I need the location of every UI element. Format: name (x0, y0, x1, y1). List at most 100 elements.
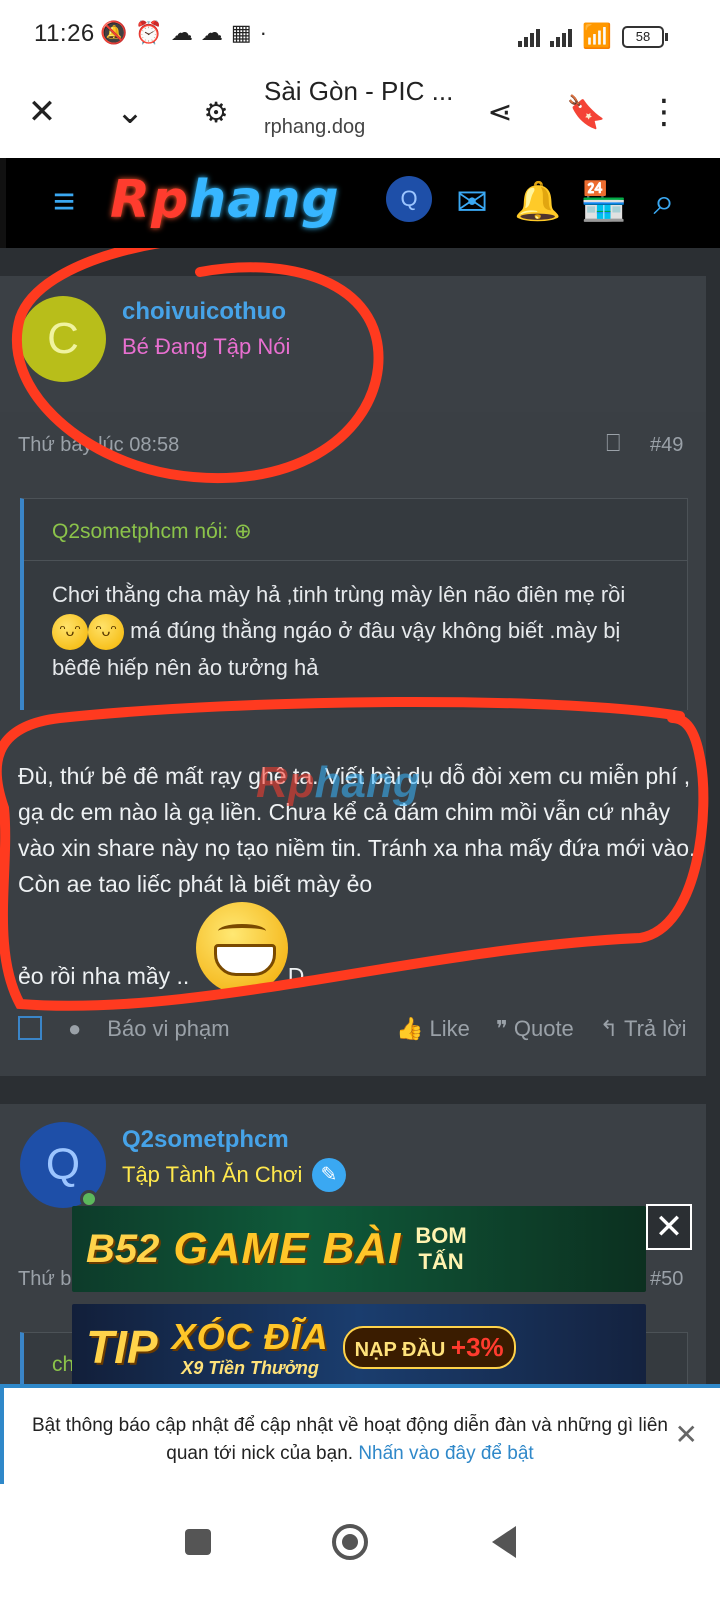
bell-icon[interactable]: 🔔 (512, 176, 564, 228)
notification-prompt[interactable]: Bật thông báo cập nhật để cập nhật về ho… (0, 1384, 720, 1484)
close-icon[interactable]: ✕ (675, 1418, 698, 1451)
post-actions: 👍 Like ❞ Quote ↰ Trả lời (396, 1016, 686, 1042)
grin-emoji-icon (195, 902, 288, 994)
status-icons: 🔕 ⏰ ☁ ☁ ▦ · (100, 20, 267, 46)
ad-side-text: BOM TẤN (415, 1223, 466, 1275)
back-button[interactable] (482, 1520, 526, 1564)
app-icon: ▦ (230, 20, 252, 45)
ad-side-line: BOM (415, 1223, 467, 1248)
cloud-icon: ☁ (200, 20, 223, 45)
page-title[interactable]: Sài Gòn - PIC ... (264, 76, 453, 107)
watermark-text: hang (314, 758, 420, 807)
ad-close-button[interactable]: ✕ (646, 1204, 692, 1250)
ad-pill: NẠP ĐẦU +3% (342, 1325, 516, 1369)
post-date[interactable]: Thứ b (18, 1268, 71, 1291)
post-number[interactable]: #49 (650, 434, 683, 457)
post-date[interactable]: Thứ bảy lúc 08:58 (18, 434, 179, 457)
post-username[interactable]: Q2sometphcm (122, 1126, 289, 1154)
reply-label: Trả lời (623, 1016, 687, 1041)
cloud-icon: ☁ (170, 20, 193, 45)
like-button[interactable]: 👍 Like (396, 1016, 470, 1042)
checkbox-icon[interactable] (18, 1016, 42, 1040)
back-icon (492, 1526, 516, 1558)
user-rank: Bé Đang Tập Nói (122, 334, 291, 359)
ad-brand: TIP (86, 1321, 158, 1373)
user-avatar[interactable]: Q (386, 176, 432, 222)
post-body-text: D (287, 963, 305, 989)
quote-block: Q2sometphcm nói: ⊕ Chơi thằng cha mày hả… (20, 498, 688, 710)
quote-body: Chơi thằng cha mày hả ,tinh trùng mày lê… (24, 561, 687, 686)
search-icon[interactable]: ⌕ (638, 176, 690, 228)
ad-subline: X9 Tiền Thưởng (181, 1357, 319, 1378)
ad-headline: XÓC ĐĨA (171, 1315, 329, 1357)
ad-pill-bonus: +3% (450, 1331, 504, 1362)
home-icon (332, 1524, 368, 1560)
more-menu-icon[interactable]: ⋮ (638, 86, 690, 138)
notice-text: Bật thông báo cập nhật để cập nhật về ho… (30, 1412, 670, 1468)
ad-center: XÓC ĐĨA X9 Tiền Thưởng (172, 1316, 329, 1379)
quote-icon: ❞ (495, 1016, 508, 1041)
menu-icon[interactable]: ≡ (38, 176, 90, 228)
recents-icon (185, 1529, 211, 1555)
post-report[interactable]: ● Báo vi phạm (18, 1016, 230, 1042)
share-icon[interactable]: ⋖ (474, 86, 526, 138)
quote-author-text: Q2sometphcm nói: (52, 520, 229, 543)
post-number[interactable]: #50 (650, 1268, 683, 1291)
reply-button[interactable]: ↰ Trả lời (600, 1016, 687, 1042)
laughing-emoji-icon: ᵔᴗᵔ (88, 614, 124, 651)
home-button[interactable] (328, 1520, 372, 1564)
bookmark-icon[interactable]: 🔖 (560, 86, 612, 138)
quote-line: Chơi thằng cha mày hả ,tinh trùng mày lê… (52, 582, 626, 607)
mute-icon: 🔕 (100, 20, 128, 45)
status-bar: 11:26 🔕 ⏰ ☁ ☁ ▦ · 📶 58 (0, 0, 720, 70)
battery-level: 58 (635, 28, 651, 44)
dot-icon: · (259, 20, 267, 45)
close-icon[interactable]: ✕ (16, 86, 68, 138)
recents-button[interactable] (176, 1520, 220, 1564)
avatar[interactable]: C (20, 296, 106, 382)
site-header: ≡ Rphang Q ✉ 🔔 🏪 ⌕ (0, 158, 720, 248)
status-time: 11:26 (34, 20, 95, 47)
site-watermark: Rphang (256, 758, 420, 808)
post-49: C choivuicothuo Bé Đang Tập Nói Thứ bảy … (0, 276, 706, 1076)
post-body-text: ẻo rồi nha mầy .. (18, 963, 190, 989)
mail-icon[interactable]: ✉ (446, 176, 498, 228)
user-rank: Tập Tành Ăn Chơi (122, 1162, 303, 1187)
reply-icon: ↰ (599, 1016, 619, 1041)
ad-side-line: TẤN (418, 1249, 464, 1274)
wifi-icon: 📶 (582, 23, 612, 50)
site-settings-icon[interactable]: ⚙ (190, 86, 242, 138)
battery-icon: 58 (622, 25, 668, 48)
thread-content: C choivuicothuo Bé Đang Tập Nói Thứ bảy … (0, 248, 720, 1384)
bookmark-icon[interactable]: ⎕ (606, 430, 620, 458)
quote-author[interactable]: Q2sometphcm nói: ⊕ (24, 499, 687, 561)
watermark-text: Rp (256, 758, 315, 807)
ad-banner-b52[interactable]: B52 GAME BÀI BOM TẤN (72, 1206, 646, 1292)
thumbs-up-icon: 👍 (396, 1016, 424, 1041)
quote-button[interactable]: ❞ Quote (496, 1016, 574, 1042)
like-label: Like (429, 1016, 470, 1041)
site-logo[interactable]: Rphang (110, 170, 340, 230)
ad-brand: B52 (86, 1226, 160, 1271)
arrow-up-circle-icon[interactable]: ⊕ (234, 520, 252, 543)
quote-line: má đúng thằng ngáo ở đâu vậy không biết … (52, 618, 621, 681)
enable-notifications-link[interactable]: Nhấn vào đây để bật (358, 1443, 533, 1464)
browser-toolbar: ✕ ⌄ ⚙ Sài Gòn - PIC ... rphang.dog ⋖ 🔖 ⋮ (0, 70, 720, 158)
warning-icon: ● (68, 1016, 82, 1041)
quote-label: Quote (513, 1016, 574, 1041)
verified-badge-icon: ✎ (312, 1158, 346, 1192)
post-user-block: C choivuicothuo Bé Đang Tập Nói (0, 276, 706, 412)
post-username[interactable]: choivuicothuo (122, 298, 286, 326)
system-nav-bar (0, 1484, 720, 1600)
status-right: 📶 58 (518, 22, 668, 51)
signal-icon (550, 27, 573, 47)
store-icon[interactable]: 🏪 (578, 176, 630, 228)
ad-headline: GAME BÀI (173, 1224, 402, 1273)
report-label[interactable]: Báo vi phạm (107, 1016, 229, 1042)
ad-banner-tip[interactable]: TIP XÓC ĐĨA X9 Tiền Thưởng NẠP ĐẦU +3% (72, 1304, 646, 1384)
logo-text-blue: hang (189, 170, 340, 230)
signal-icon (518, 27, 541, 47)
chevron-down-icon[interactable]: ⌄ (104, 86, 156, 138)
laughing-emoji-icon: ᵔᴗᵔ (52, 614, 88, 651)
page-url[interactable]: rphang.dog (264, 116, 365, 139)
